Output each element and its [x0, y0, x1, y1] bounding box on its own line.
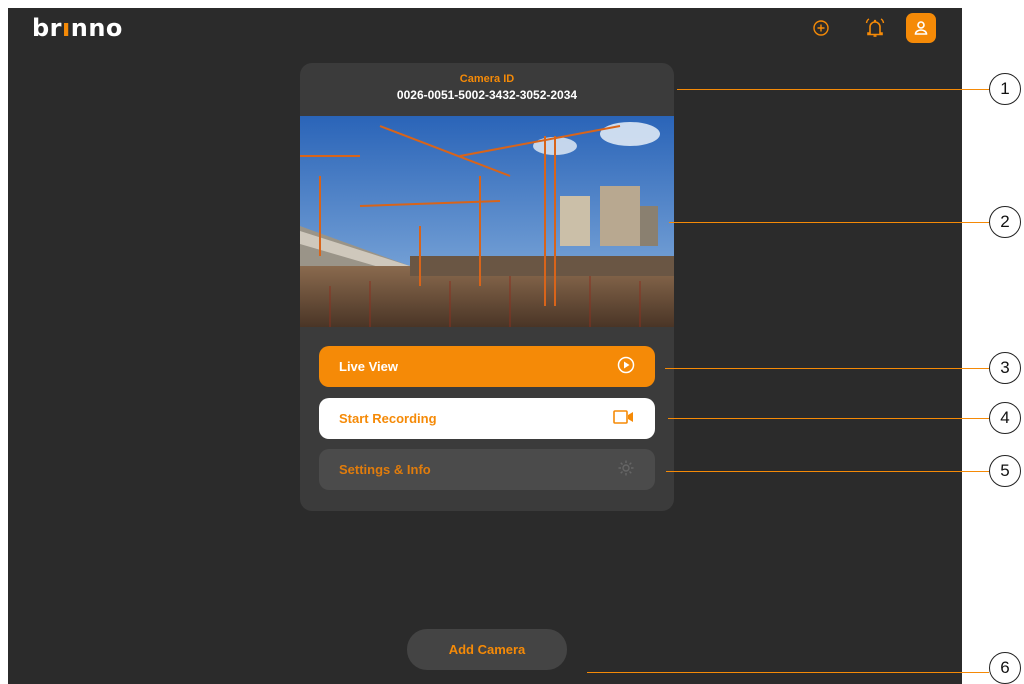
camera-id-label: Camera ID: [459, 73, 515, 85]
callout-line-4: [668, 418, 989, 419]
callout-line-3: [665, 368, 989, 369]
callout-line-1: [677, 89, 989, 90]
user-icon[interactable]: [906, 13, 936, 43]
callout-line-5: [666, 471, 989, 472]
settings-info-button[interactable]: Settings & Info: [319, 449, 655, 490]
add-camera-label: Add Camera: [448, 642, 526, 657]
app-window: brınno Camera ID 0026-0051-5002-3432-305…: [8, 8, 962, 684]
logo-text-start: br: [32, 14, 63, 42]
live-view-label: Live View: [339, 359, 399, 374]
callout-number: 6: [989, 652, 1021, 684]
callout-number: 5: [989, 455, 1021, 487]
logo-accent-glyph: ı: [62, 14, 71, 42]
logo-text-end: nno: [70, 14, 123, 42]
bell-icon[interactable]: [862, 15, 888, 41]
play-circle-icon: [617, 356, 635, 377]
callout-number: 2: [989, 206, 1021, 238]
callout-line-2: [669, 222, 989, 223]
video-camera-icon: [613, 409, 635, 428]
camera-id-block: Camera ID 0026-0051-5002-3432-3052-2034: [300, 63, 674, 116]
start-recording-button[interactable]: Start Recording: [319, 398, 655, 439]
add-circle-icon[interactable]: [808, 15, 834, 41]
settings-info-label: Settings & Info: [339, 462, 431, 477]
camera-preview-image[interactable]: [300, 116, 674, 327]
add-camera-button[interactable]: Add Camera: [407, 629, 567, 670]
callout-number: 4: [989, 402, 1021, 434]
gear-icon: [617, 459, 635, 480]
brinno-logo: brınno: [32, 14, 123, 42]
camera-id-value: 0026-0051-5002-3432-3052-2034: [396, 88, 578, 102]
callout-number: 1: [989, 73, 1021, 105]
callout-number: 3: [989, 352, 1021, 384]
callout-line-6: [587, 672, 989, 673]
start-recording-label: Start Recording: [339, 411, 437, 426]
camera-card: Camera ID 0026-0051-5002-3432-3052-2034: [300, 63, 674, 511]
live-view-button[interactable]: Live View: [319, 346, 655, 387]
